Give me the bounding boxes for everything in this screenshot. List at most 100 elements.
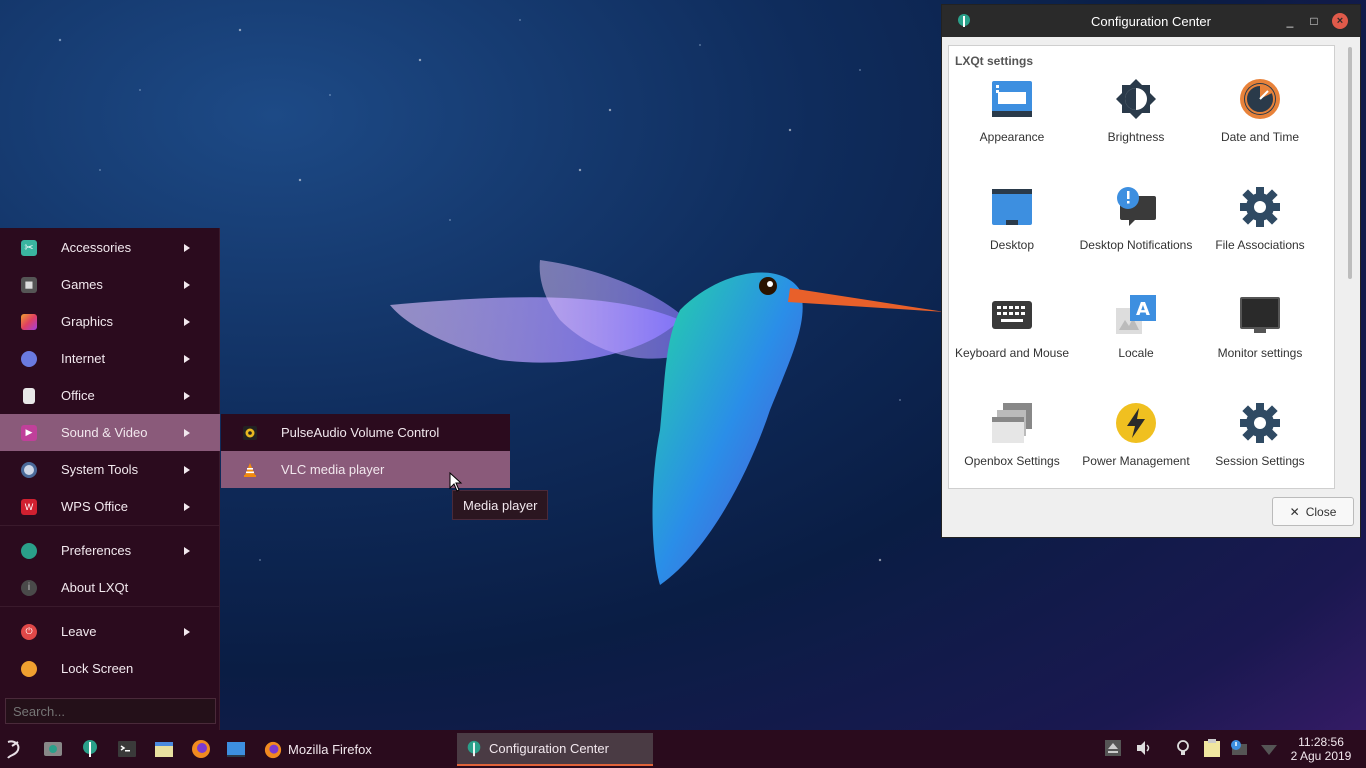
task-configuration-center[interactable]: Configuration Center	[457, 733, 653, 766]
tile-session-settings[interactable]: Session Settings	[1198, 402, 1322, 469]
clock[interactable]: 11:28:56 2 Agu 2019	[1280, 735, 1362, 763]
tile-appearance[interactable]: Appearance	[950, 78, 1074, 145]
close-button[interactable]: ✕ Close	[1272, 497, 1354, 526]
desktop-icon	[992, 189, 1032, 225]
task-label: Configuration Center	[489, 741, 609, 756]
menu-item-graphics[interactable]: Graphics	[0, 303, 220, 340]
tile-label: Date and Time	[1220, 130, 1300, 144]
terminal-icon[interactable]	[117, 739, 137, 759]
notification-icon[interactable]	[1229, 739, 1247, 757]
vlc-cone-icon	[244, 462, 256, 477]
task-firefox[interactable]: Mozilla Firefox	[256, 733, 454, 766]
menu-item-games[interactable]: ◼ Games	[0, 266, 220, 303]
file-manager-icon[interactable]	[154, 739, 174, 759]
tile-label: Locale	[1118, 346, 1154, 360]
menu-search-input[interactable]	[5, 698, 216, 724]
multimedia-icon: ▶	[21, 424, 37, 441]
menu-item-preferences[interactable]: Preferences	[0, 532, 220, 569]
tile-label: Openbox Settings	[964, 454, 1060, 468]
menu-item-leave[interactable]: ⏻ Leave	[0, 613, 220, 650]
tile-keyboard-mouse[interactable]: Keyboard and Mouse	[950, 294, 1074, 361]
gamepad-icon: ◼	[21, 276, 37, 293]
menu-item-sound-video[interactable]: ▶ Sound & Video	[0, 414, 220, 451]
maximize-button[interactable]: □	[1306, 13, 1322, 29]
chevron-right-icon	[184, 502, 190, 511]
menu-item-internet[interactable]: Internet	[0, 340, 220, 377]
menu-item-label: Games	[61, 277, 103, 292]
task-label: Mozilla Firefox	[288, 742, 372, 757]
tile-openbox-settings[interactable]: Openbox Settings	[950, 402, 1074, 469]
appearance-icon	[992, 81, 1032, 117]
chevron-right-icon	[184, 243, 190, 252]
menu-item-accessories[interactable]: ✂ Accessories	[0, 229, 220, 266]
firefox-icon[interactable]	[191, 739, 211, 759]
lightbulb-icon[interactable]	[1174, 739, 1192, 757]
tile-monitor-settings[interactable]: Monitor settings	[1198, 294, 1322, 361]
tile-power-management[interactable]: Power Management	[1074, 402, 1198, 469]
volume-icon[interactable]	[1135, 739, 1153, 757]
tile-label: Desktop	[989, 238, 1035, 252]
menu-item-office[interactable]: Office	[0, 377, 220, 414]
menu-item-label: Sound & Video	[61, 425, 148, 440]
tile-date-time[interactable]: Date and Time	[1198, 78, 1322, 145]
menu-separator	[0, 525, 220, 526]
document-icon	[23, 387, 35, 404]
tile-label: Power Management	[1082, 454, 1190, 468]
window-titlebar[interactable]: Configuration Center _ □ ×	[942, 5, 1360, 37]
menu-item-label: System Tools	[61, 462, 139, 477]
menu-item-about-lxqt[interactable]: i About LXQt	[0, 569, 220, 606]
tile-label: Appearance	[979, 130, 1045, 144]
wps-icon: W	[21, 498, 37, 515]
eject-icon[interactable]	[1104, 739, 1122, 757]
start-menu-icon[interactable]	[4, 738, 26, 760]
group-title: LXQt settings	[955, 54, 1034, 68]
gear-icon	[1240, 187, 1280, 227]
chevron-right-icon	[184, 428, 190, 437]
chevron-right-icon	[184, 354, 190, 363]
menu-item-label: Lock Screen	[61, 661, 134, 676]
tile-file-associations[interactable]: File Associations	[1198, 186, 1322, 253]
gear-icon	[1240, 403, 1280, 443]
settings-panel: LXQt settings Appearance Brightness Date…	[948, 45, 1335, 489]
chevron-right-icon	[184, 465, 190, 474]
tile-desktop[interactable]: Desktop	[950, 186, 1074, 253]
tile-label: Keyboard and Mouse	[954, 346, 1070, 360]
lxqt-preferences-icon	[21, 542, 37, 559]
lock-icon	[21, 660, 37, 677]
speaker-icon	[243, 425, 257, 440]
clipboard-icon[interactable]	[1201, 739, 1223, 757]
tile-desktop-notifications[interactable]: Desktop Notifications	[1074, 186, 1198, 253]
scrollbar[interactable]	[1348, 47, 1352, 279]
tile-label: Brightness	[1107, 130, 1165, 144]
tile-label: Session Settings	[1215, 454, 1305, 468]
clock-icon	[1240, 79, 1280, 119]
close-button-label: Close	[1305, 504, 1337, 519]
chevron-right-icon	[184, 627, 190, 636]
openbox-icon	[992, 403, 1032, 443]
info-icon: i	[21, 579, 37, 596]
chevron-right-icon	[184, 546, 190, 555]
submenu-item-pulseaudio[interactable]: PulseAudio Volume Control	[221, 414, 510, 451]
submenu-item-vlc[interactable]: VLC media player	[221, 451, 510, 488]
show-desktop-icon[interactable]	[226, 739, 246, 759]
monitor-icon	[1240, 297, 1280, 333]
menu-item-wps-office[interactable]: W WPS Office	[0, 488, 220, 525]
power-bolt-icon	[1116, 403, 1156, 443]
lxqt-config-icon[interactable]	[80, 739, 100, 759]
close-window-button[interactable]: ×	[1332, 13, 1348, 29]
submenu-item-label: VLC media player	[281, 462, 385, 477]
brightness-icon	[1116, 79, 1156, 119]
globe-icon	[21, 350, 37, 367]
menu-item-label: About LXQt	[61, 580, 129, 595]
minimize-button[interactable]: _	[1282, 13, 1298, 29]
menu-item-system-tools[interactable]: System Tools	[0, 451, 220, 488]
menu-item-label: Graphics	[61, 314, 114, 329]
network-wifi-icon[interactable]	[1260, 739, 1278, 757]
menu-item-lock-screen[interactable]: Lock Screen	[0, 650, 220, 687]
locale-icon: A	[1116, 295, 1156, 334]
mouse-cursor-icon	[449, 472, 463, 492]
tile-locale[interactable]: A Locale	[1074, 294, 1198, 361]
tile-brightness[interactable]: Brightness	[1074, 78, 1198, 145]
tile-label: Desktop Notifications	[1079, 238, 1193, 252]
screenshot-icon[interactable]	[43, 739, 63, 759]
